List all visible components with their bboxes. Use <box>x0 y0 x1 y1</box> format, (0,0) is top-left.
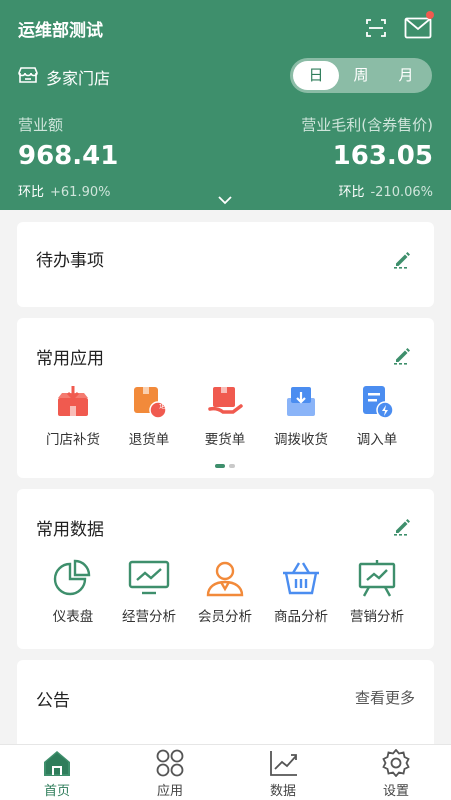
request-order-icon <box>208 387 243 414</box>
data-label: 经营分析 <box>122 609 176 625</box>
data-product-analysis[interactable]: 商品分析 <box>263 559 339 625</box>
home-icon <box>44 751 70 776</box>
app-return-order[interactable]: 退 退货单 <box>111 384 187 448</box>
gross-profit-mom-label: 环比 <box>338 185 365 200</box>
tab-apps[interactable]: 应用 <box>130 749 210 799</box>
tab-label: 设置 <box>382 784 409 799</box>
page-title: 运维部测试 <box>18 21 103 41</box>
data-title: 常用数据 <box>36 520 104 540</box>
gross-profit-value: 163.05 <box>332 141 433 171</box>
app-label: 退货单 <box>128 432 170 448</box>
basket-icon <box>283 562 319 595</box>
revenue-mom-label: 环比 <box>18 185 45 200</box>
transfer-in-icon <box>363 386 394 419</box>
todo-card: 待办事项 <box>17 222 434 307</box>
data-label: 商品分析 <box>274 609 328 625</box>
data-label: 会员分析 <box>198 609 252 625</box>
data-label: 仪表盘 <box>52 609 94 625</box>
app-transfer-in[interactable]: 调入单 <box>339 384 415 448</box>
period-day[interactable]: 日 <box>293 61 339 90</box>
tab-home[interactable]: 首页 <box>17 749 97 799</box>
data-chart-icon <box>270 751 297 776</box>
gross-profit-mom-value: -210.06% <box>370 185 433 200</box>
edit-icon[interactable] <box>392 249 412 269</box>
app-store-replenish[interactable]: 门店补货 <box>35 384 111 448</box>
transfer-receive-icon <box>287 387 315 416</box>
revenue-mom: 环比 +61.90% <box>18 181 110 200</box>
tab-label: 数据 <box>269 784 296 799</box>
apps-title: 常用应用 <box>36 349 104 369</box>
period-month[interactable]: 月 <box>383 61 429 90</box>
pie-chart-icon <box>53 559 91 596</box>
member-icon <box>206 561 244 597</box>
dashboard-header: 运维部测试 多家门店 日 周 月 营业额 968.41 环比 +61.90% 营业… <box>0 0 451 210</box>
page-indicator <box>215 464 237 468</box>
tab-label: 应用 <box>156 784 183 799</box>
edit-icon[interactable] <box>392 345 412 365</box>
data-dashboard[interactable]: 仪表盘 <box>35 559 111 625</box>
monitor-chart-icon <box>128 560 170 595</box>
todo-title: 待办事项 <box>36 251 104 271</box>
data-member-analysis[interactable]: 会员分析 <box>187 559 263 625</box>
app-label: 调拨收货 <box>274 432 328 448</box>
data-marketing-analysis[interactable]: 营销分析 <box>339 559 415 625</box>
bottom-tab-bar: 首页 应用 数据 设置 <box>0 744 451 800</box>
tab-label: 首页 <box>43 784 70 799</box>
app-label: 要货单 <box>204 432 246 448</box>
period-switch: 日 周 月 <box>290 58 432 93</box>
gross-profit-label: 营业毛利(含券售价) <box>301 116 433 134</box>
app-request-order[interactable]: 要货单 <box>187 384 263 448</box>
edit-icon[interactable] <box>392 516 412 536</box>
revenue-value: 968.41 <box>18 141 119 171</box>
page-dot-active <box>215 464 225 468</box>
page-dot <box>229 464 235 468</box>
gross-profit-mom: 环比 -210.06% <box>338 181 433 200</box>
chevron-down-icon[interactable] <box>217 195 233 205</box>
store-replenish-icon <box>58 386 88 416</box>
app-label: 调入单 <box>356 432 398 448</box>
period-week[interactable]: 周 <box>338 61 384 90</box>
scan-icon[interactable] <box>364 16 388 40</box>
tab-data[interactable]: 数据 <box>243 749 323 799</box>
settings-icon <box>382 749 410 777</box>
notice-title: 公告 <box>36 691 70 711</box>
app-transfer-receive[interactable]: 调拨收货 <box>263 384 339 448</box>
data-business-analysis[interactable]: 经营分析 <box>111 559 187 625</box>
board-chart-icon <box>358 560 396 597</box>
revenue-label: 营业额 <box>18 116 64 134</box>
tab-settings[interactable]: 设置 <box>356 749 436 799</box>
return-badge: 退 <box>159 401 167 410</box>
mail-icon[interactable] <box>404 17 432 39</box>
store-icon <box>18 67 38 83</box>
store-selector[interactable]: 多家门店 <box>46 65 110 89</box>
revenue-mom-value: +61.90% <box>50 185 111 200</box>
view-more-link[interactable]: 查看更多 <box>355 687 415 708</box>
data-card: 常用数据 仪表盘 经营分析 会员分析 商品分析 营销分析 <box>17 489 434 649</box>
unread-badge <box>426 11 434 19</box>
apps-grid-icon <box>156 749 184 777</box>
apps-card: 常用应用 门店补货 退 退货单 要货单 调拨收货 调入单 <box>17 318 434 478</box>
app-label: 门店补货 <box>46 432 100 448</box>
data-label: 营销分析 <box>350 609 404 625</box>
